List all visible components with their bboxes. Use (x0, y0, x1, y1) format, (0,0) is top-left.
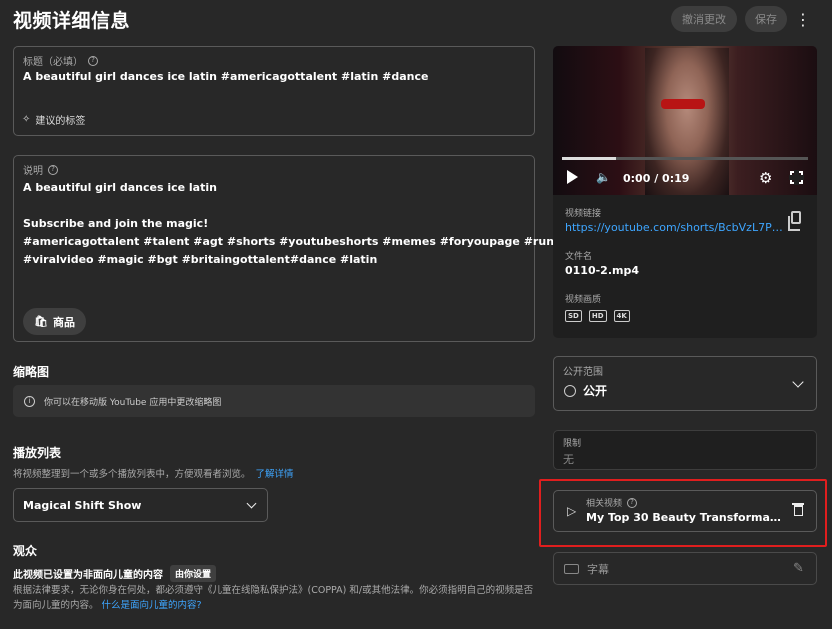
visibility-dropdown[interactable]: 公开范围 公开 (553, 356, 817, 411)
hd-badge: HD (588, 310, 607, 322)
visibility-label: 公开范围 (563, 367, 603, 378)
thumbnail-info-text: 你可以在移动版 YouTube 应用中更改缩略图 (44, 397, 222, 408)
playlist-description-text: 将视频整理到一个或多个播放列表中，方便观看者浏览。 (13, 469, 251, 480)
description-line: A beautiful girl dances ice latin (23, 181, 217, 194)
undo-changes-button[interactable]: 撤消更改 (671, 6, 737, 32)
play-icon: ▷ (567, 504, 577, 518)
help-icon[interactable]: ? (627, 497, 638, 508)
video-preview-card: 🔈 0:00 / 0:19 ⚙ 视频链接 https://youtube.com… (553, 46, 817, 338)
4k-badge: 4K (613, 310, 630, 322)
help-icon[interactable]: ? (88, 55, 98, 66)
suggested-tags-label: 建议的标签 (35, 116, 86, 127)
related-video-label: 相关视频 (586, 499, 623, 509)
playlist-dropdown[interactable]: Magical Shift Show (13, 488, 268, 522)
audience-status-text: 此视频已设置为非面向儿童的内容 (13, 570, 163, 581)
description-input[interactable]: A beautiful girl dances ice latin Subscr… (23, 179, 603, 269)
set-by-you-badge: 由你设置 (170, 565, 217, 582)
file-name: 0110-2.mp4 (565, 264, 640, 277)
playlist-description: 将视频整理到一个或多个播放列表中，方便观看者浏览。 了解详情 (13, 466, 294, 480)
video-player[interactable]: 🔈 0:00 / 0:19 ⚙ (553, 46, 817, 195)
title-field[interactable]: 标题（必填） ? A beautiful girl dances ice lat… (13, 46, 535, 136)
video-link-label: 视频链接 (565, 209, 602, 219)
keyboard-icon (564, 564, 579, 574)
video-progress-fill (562, 157, 617, 160)
audience-description: 根据法律要求，无论你身在何处，都必须遵守《儿童在线隐私保护法》(COPPA) 和… (13, 583, 541, 613)
gear-icon[interactable]: ⚙ (759, 169, 772, 187)
sparkle-icon: ✧ (22, 114, 31, 125)
playlist-selected-value: Magical Shift Show (23, 498, 142, 512)
file-name-label: 文件名 (565, 252, 593, 262)
chevron-down-icon (246, 498, 257, 508)
description-field-label: 说明 (23, 166, 43, 177)
captions-field[interactable]: 字幕 ✎ (553, 552, 817, 585)
thumbnail-section-title: 缩略图 (13, 365, 50, 379)
fullscreen-icon[interactable] (789, 170, 804, 185)
description-line: #viralvideo #magic #bgt #britaingottalen… (23, 253, 378, 266)
suggested-tags-button[interactable]: ✧ 建议的标签 (22, 112, 85, 127)
quality-badges: SD HD 4K (565, 310, 630, 322)
volume-icon[interactable]: 🔈 (596, 170, 611, 184)
products-button[interactable]: 🛍 商品 (23, 308, 86, 335)
video-frame-detail (661, 99, 705, 109)
video-link[interactable]: https://youtube.com/shorts/BcbVzL7P… (565, 221, 783, 234)
products-label: 商品 (52, 316, 75, 329)
video-progress-bar[interactable] (562, 157, 808, 160)
audience-section-title: 观众 (13, 544, 38, 558)
globe-icon (564, 384, 576, 397)
copy-icon[interactable] (788, 211, 801, 231)
description-line: Subscribe and join the magic! (23, 217, 209, 230)
related-video-title: My Top 30 Beauty Transformation Sh… (586, 511, 786, 524)
shopping-bag-icon: 🛍 (34, 316, 48, 328)
help-icon[interactable]: ? (48, 164, 58, 175)
related-video-field[interactable]: ▷ 相关视频 ? My Top 30 Beauty Transformation… (553, 490, 817, 532)
trash-icon[interactable] (792, 503, 804, 516)
made-for-kids-link[interactable]: 什么是面向儿童的内容? (102, 600, 202, 611)
learn-more-link[interactable]: 了解详情 (256, 469, 294, 480)
sd-badge: SD (565, 310, 582, 322)
video-time: 0:00 / 0:19 (623, 172, 690, 185)
audience-description-text: 根据法律要求，无论你身在何处，都必须遵守《儿童在线隐私保护法》(COPPA) 和… (13, 585, 534, 611)
pencil-icon[interactable]: ✎ (793, 561, 804, 576)
playlist-section-title: 播放列表 (13, 446, 62, 460)
title-input[interactable]: A beautiful girl dances ice latin #ameri… (23, 70, 428, 83)
restrictions-field: 限制 无 (553, 430, 817, 470)
save-button[interactable]: 保存 (745, 6, 787, 32)
info-icon: i (24, 395, 35, 407)
restrictions-value: 无 (563, 453, 574, 466)
title-field-label: 标题（必填） (23, 57, 83, 68)
more-vert-icon[interactable]: ⋮ (794, 6, 812, 32)
visibility-value: 公开 (583, 384, 608, 398)
captions-label: 字幕 (587, 563, 609, 576)
page-title: 视频详细信息 (13, 10, 131, 32)
description-field[interactable]: 说明 ? A beautiful girl dances ice latin S… (13, 155, 603, 342)
chevron-down-icon (792, 376, 804, 388)
video-quality-label: 视频画质 (565, 295, 602, 305)
description-line: #americagottalent #talent #agt #shorts #… (23, 235, 603, 248)
description-line (23, 197, 603, 215)
restrictions-label: 限制 (563, 439, 582, 449)
audience-status: 此视频已设置为非面向儿童的内容 由你设置 (13, 565, 217, 582)
play-icon[interactable] (567, 170, 578, 184)
thumbnail-info-box: i 你可以在移动版 YouTube 应用中更改缩略图 (13, 385, 535, 417)
